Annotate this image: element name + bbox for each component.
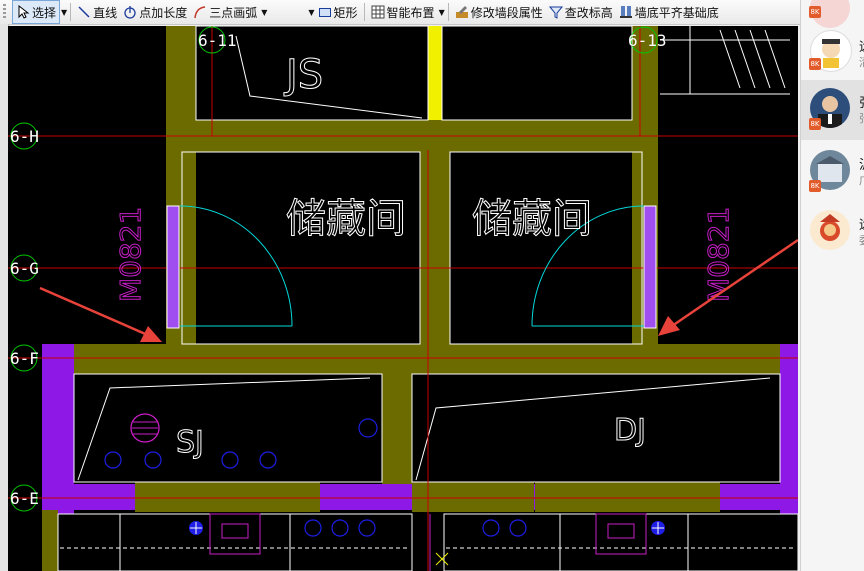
- point-length-icon: [124, 6, 136, 19]
- axis-label-h: 6-H: [10, 127, 39, 146]
- badge: 8K: [809, 58, 821, 70]
- contact-name: 张: [859, 92, 864, 111]
- floor-plan: 储藏间 储藏间 JS SJ DJ M0821 M0821 6-H 6-G 6-F…: [8, 26, 798, 571]
- toolbar-separator: [70, 3, 72, 21]
- yellow-column: [428, 26, 442, 120]
- toolbar: 选择 ▼ 直线 点加长度 三点画弧 ▼ ▼ 矩形 智能布置 ▼ 修改墙段属性 查…: [0, 0, 800, 25]
- toolbar-separator: [447, 3, 449, 21]
- badge: 8K: [809, 180, 821, 192]
- three-point-arc-tool-button[interactable]: 三点画弧: [190, 1, 260, 23]
- select-tool-button[interactable]: 选择: [12, 0, 61, 24]
- smart-layout-label: 智能布置: [386, 5, 435, 20]
- axis-bubble-f[interactable]: 6-F: [10, 344, 39, 372]
- modify-wall-label: 修改墙段属性: [470, 5, 543, 20]
- storage-room-right-label: 储藏间: [472, 196, 592, 242]
- contact-name: 远: [859, 214, 864, 233]
- axis-label-f: 6-F: [10, 349, 39, 368]
- line-tool-label: 直线: [93, 5, 118, 20]
- toolbar-grip[interactable]: [3, 4, 6, 20]
- avatar: [810, 210, 850, 250]
- storage-room-left-label: 储藏间: [286, 196, 406, 242]
- js-room-label: JS: [283, 52, 323, 98]
- wall-segment-bottom-b: [412, 482, 534, 512]
- select-tool-label: 选择: [32, 5, 57, 20]
- smart-layout-dropdown-icon[interactable]: ▼: [439, 8, 445, 17]
- badge: 8K: [809, 6, 821, 18]
- rectangle-icon: [318, 8, 331, 17]
- stair-lines: [660, 26, 790, 95]
- yellow-cross-marker: [435, 552, 449, 566]
- wall-segment-bottom-c: [535, 482, 720, 512]
- axis-label-g: 6-G: [10, 259, 39, 278]
- line-icon: [78, 6, 90, 18]
- contact-name: 远: [859, 36, 864, 55]
- contact-item[interactable]: 8K 远 清: [801, 24, 864, 84]
- rectangle-tool-button[interactable]: 矩形: [315, 1, 361, 23]
- toolbar-separator: [363, 3, 365, 21]
- line-tool-button[interactable]: 直线: [74, 1, 120, 23]
- contact-subtitle: 清: [859, 54, 864, 70]
- pipe-circles: [104, 418, 527, 537]
- dj-shaft-line: [415, 377, 771, 481]
- arc-icon: [194, 6, 206, 19]
- wall-lower-left: [42, 510, 58, 571]
- axis-bubble-top-right[interactable]: 6-13: [628, 26, 667, 54]
- point-length-tool-label: 点加长度: [139, 5, 188, 20]
- check-elevation-button[interactable]: 查改标高: [546, 1, 616, 23]
- storage-room-left-outline: [181, 151, 421, 345]
- modify-wall-button[interactable]: 修改墙段属性: [452, 1, 546, 23]
- upper-right-room-outline: [441, 26, 633, 121]
- axis-label-top-right: 6-13: [628, 31, 667, 50]
- wall-segment-bottom-a: [135, 482, 320, 512]
- axis-bubble-g[interactable]: 6-G: [10, 254, 39, 282]
- axis-label-e: 6-E: [10, 489, 39, 508]
- wall-edit-icon: [455, 6, 468, 18]
- wall-bottom-icon: [619, 6, 632, 18]
- door-left-swing-arc: [179, 205, 293, 327]
- grid-icon: [371, 5, 385, 19]
- arc-dropdown-icon[interactable]: ▼: [261, 8, 267, 17]
- cad-canvas[interactable]: 储藏间 储藏间 JS SJ DJ M0821 M0821 6-H 6-G 6-F…: [8, 26, 798, 571]
- wall-horizontal-middle: [74, 344, 780, 374]
- dj-room-label: DJ: [614, 413, 646, 448]
- mascot-avatar-icon: [820, 214, 840, 241]
- wall-bottom-align-button[interactable]: 墙底平齐基础底: [616, 1, 722, 23]
- check-elevation-label: 查改标高: [564, 5, 613, 20]
- axis-bubble-top-left[interactable]: 6-11: [198, 26, 237, 54]
- contact-item[interactable]: 8K 泥 广: [801, 142, 864, 202]
- select-dropdown-icon[interactable]: ▼: [61, 8, 67, 17]
- wall-middle-vertical: [420, 152, 450, 344]
- dj-room-outline: [411, 373, 781, 483]
- point-length-tool-button[interactable]: 点加长度: [120, 1, 190, 23]
- contact-subtitle: 张: [859, 110, 864, 126]
- door-left-leaf: [166, 205, 180, 329]
- contact-item[interactable]: 远 委: [801, 202, 864, 262]
- three-point-arc-tool-label: 三点画弧: [209, 5, 258, 20]
- wall-center-vertical: [382, 374, 412, 484]
- elevation-icon: [548, 6, 563, 19]
- contact-subtitle: 委: [859, 232, 864, 248]
- door-left-code: M0821: [114, 207, 147, 302]
- contact-item-active[interactable]: 8K 张 张: [801, 80, 864, 140]
- cursor-icon: [18, 5, 30, 19]
- drain-symbol: [130, 413, 160, 443]
- sj-room-label: SJ: [176, 425, 204, 460]
- contact-subtitle: 广: [859, 172, 864, 188]
- wall-bottom-align-label: 墙底平齐基础底: [634, 5, 719, 20]
- axis-label-top-left: 6-11: [198, 31, 237, 50]
- contact-name: 泥: [859, 154, 864, 173]
- door-right-leaf: [643, 205, 657, 329]
- chat-contact-panel: 8K 8K 远 清 8K 张 张 8K 泥 广 远 委: [800, 0, 864, 571]
- sj-room-outline: [73, 373, 383, 483]
- badge: 8K: [809, 118, 821, 130]
- axis-bubble-h[interactable]: 6-H: [10, 122, 39, 150]
- storage-room-right-outline: [449, 151, 643, 345]
- smart-layout-button[interactable]: 智能布置: [368, 1, 438, 23]
- axis-bubble-e[interactable]: 6-E: [10, 484, 39, 512]
- rectangle-tool-label: 矩形: [333, 5, 358, 20]
- js-shaft-line: [235, 35, 423, 119]
